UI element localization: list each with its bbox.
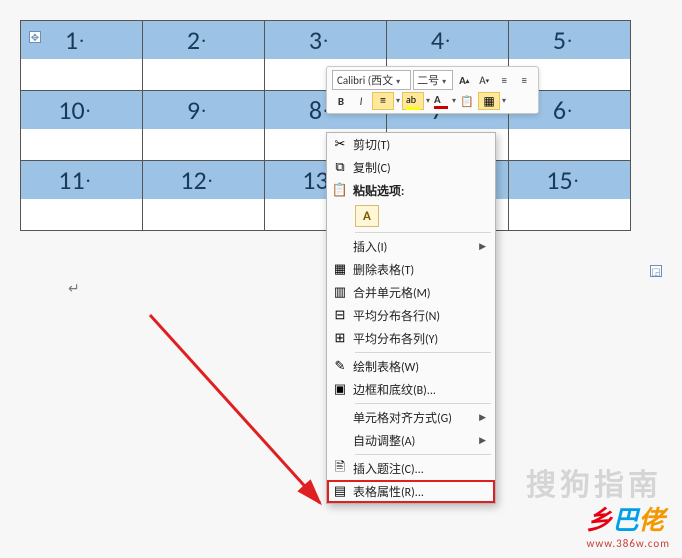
context-menu: ✂剪切(T) ⧉复制(C) 📋粘贴选项: A 插入(I)▶ ▦删除表格(T) ▥… [326, 132, 496, 504]
table-resize-handle[interactable]: ◲ [650, 265, 662, 277]
cell-value: 6 [553, 94, 566, 126]
copy-icon: ⧉ [327, 160, 353, 175]
highlight-button[interactable]: ab [402, 92, 424, 110]
shading-button[interactable]: ▦ [478, 92, 500, 110]
paste-keep-text-button[interactable]: A [355, 205, 379, 227]
borders-icon: ▣ [327, 382, 353, 397]
cell-value: 13 [302, 164, 328, 196]
cell-value: 11 [58, 164, 84, 196]
increase-indent-button[interactable]: ≡ [515, 71, 533, 89]
submenu-arrow-icon: ▶ [479, 435, 489, 446]
watermark-url: www.386w.com [586, 537, 670, 550]
cut-icon: ✂ [327, 137, 353, 152]
distribute-rows-icon: ⊟ [327, 308, 353, 323]
watermark-brand: 乡巴佬 www.386w.com [586, 500, 670, 550]
align-dropdown[interactable]: ▾ [396, 96, 400, 106]
font-color-dropdown[interactable]: ▾ [452, 96, 456, 106]
table-cell[interactable]: 11. [21, 161, 143, 231]
shading-dropdown[interactable]: ▾ [502, 96, 506, 106]
grow-font-button[interactable]: A▴ [455, 71, 473, 89]
highlight-dropdown[interactable]: ▾ [426, 96, 430, 106]
menu-merge-cells[interactable]: ▥合并单元格(M) [327, 281, 495, 304]
cell-value: 9 [187, 94, 200, 126]
decrease-indent-button[interactable]: ≡ [495, 71, 513, 89]
paste-options-row: A [327, 202, 495, 230]
submenu-arrow-icon: ▶ [479, 412, 489, 423]
menu-cell-alignment[interactable]: 单元格对齐方式(G)▶ [327, 406, 495, 429]
watermark-faint: 搜狗指南 [526, 460, 662, 504]
font-color-button[interactable]: A [432, 92, 450, 110]
table-cell[interactable]: 9. [143, 91, 265, 161]
align-center-button[interactable]: ≡ [372, 92, 394, 110]
shrink-font-button[interactable]: A▾ [475, 71, 493, 89]
menu-distribute-rows[interactable]: ⊟平均分布各行(N) [327, 304, 495, 327]
submenu-arrow-icon: ▶ [479, 241, 489, 252]
cell-value: 8 [309, 94, 322, 126]
menu-cut[interactable]: ✂剪切(T) [327, 133, 495, 156]
menu-paste-options-label: 📋粘贴选项: [327, 179, 495, 202]
cell-value: 4 [431, 24, 444, 56]
menu-insert[interactable]: 插入(I)▶ [327, 235, 495, 258]
menu-delete-table[interactable]: ▦删除表格(T) [327, 258, 495, 281]
table-cell[interactable]: 10. [21, 91, 143, 161]
cell-value: 2 [187, 24, 200, 56]
table-cell[interactable]: 12. [143, 161, 265, 231]
format-painter-button[interactable]: 📋 [458, 92, 476, 110]
paragraph-mark: ↵ [68, 280, 80, 297]
font-size-selector[interactable]: 二号▾ [413, 70, 453, 90]
cell-value: 5 [553, 24, 566, 56]
font-name-selector[interactable]: Calibri (西文▾ [332, 70, 411, 90]
properties-icon: ▤ [327, 484, 353, 499]
draw-table-icon: ✎ [327, 359, 353, 374]
merge-cells-icon: ▥ [327, 285, 353, 300]
table-cell[interactable]: 15. [509, 161, 631, 231]
table-move-handle[interactable]: ✥ [29, 31, 41, 43]
cell-value: 3 [309, 24, 322, 56]
mini-toolbar: Calibri (西文▾ 二号▾ A▴ A▾ ≡ ≡ B I ≡ ▾ ab ▾ … [326, 66, 539, 114]
distribute-cols-icon: ⊞ [327, 331, 353, 346]
menu-autofit[interactable]: 自动调整(A)▶ [327, 429, 495, 452]
cell-value: 15 [546, 164, 572, 196]
menu-distribute-cols[interactable]: ⊞平均分布各列(Y) [327, 327, 495, 350]
cell-value: 12 [180, 164, 206, 196]
bold-button[interactable]: B [332, 92, 350, 110]
caption-icon: 🖹 [327, 458, 353, 480]
menu-table-properties[interactable]: ▤表格属性(R)... [327, 480, 495, 503]
menu-borders-shading[interactable]: ▣边框和底纹(B)... [327, 378, 495, 401]
delete-table-icon: ▦ [327, 262, 353, 277]
paste-icon: 📋 [327, 183, 353, 198]
italic-button[interactable]: I [352, 92, 370, 110]
cell-value: 1 [65, 24, 78, 56]
menu-copy[interactable]: ⧉复制(C) [327, 156, 495, 179]
table-cell[interactable]: 2. [143, 21, 265, 91]
cell-value: 10 [58, 94, 84, 126]
menu-draw-table[interactable]: ✎绘制表格(W) [327, 355, 495, 378]
menu-insert-caption[interactable]: 🖹插入题注(C)... [327, 457, 495, 480]
